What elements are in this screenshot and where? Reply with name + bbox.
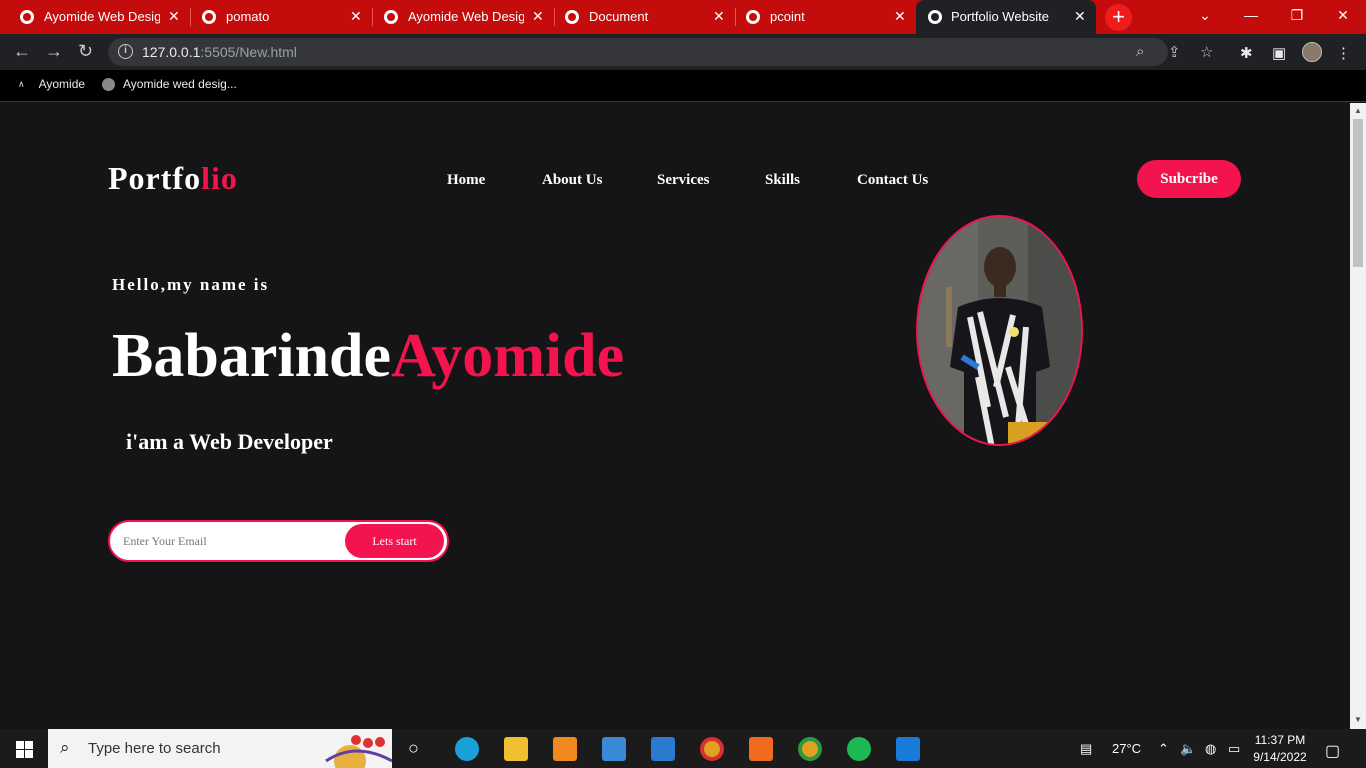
browser-tab[interactable]: Document ✕ xyxy=(545,0,733,34)
store-icon[interactable] xyxy=(602,737,626,761)
scroll-down-arrow-icon[interactable]: ▼ xyxy=(1354,715,1362,724)
tab-search-icon[interactable]: ⌄ xyxy=(1182,0,1228,30)
tab-title: Portfolio Website xyxy=(951,9,1050,24)
chrome-icon[interactable] xyxy=(700,737,724,761)
bookmark-label: Ayomide xyxy=(38,77,86,91)
mail-icon[interactable] xyxy=(651,737,675,761)
close-window-button[interactable]: ✕ xyxy=(1320,0,1366,30)
globe-icon xyxy=(746,10,760,24)
bookmarks-bar: ∧ Ayomide Ayomide wed desig... xyxy=(0,70,1366,102)
share-icon[interactable]: ⇪ xyxy=(1168,43,1181,61)
close-icon[interactable]: ✕ xyxy=(532,8,544,25)
new-tab-button[interactable]: + xyxy=(1105,4,1132,31)
zoom-icon[interactable]: ⌕ xyxy=(1136,43,1144,60)
profile-photo xyxy=(916,215,1083,446)
extensions-icon[interactable]: ✱ xyxy=(1240,44,1253,62)
page-scrollbar[interactable]: ▲ ▼ xyxy=(1350,103,1366,729)
nav-link-services[interactable]: Services xyxy=(657,172,709,189)
search-highlight-art xyxy=(325,735,392,768)
search-placeholder: Type here to search xyxy=(88,740,221,757)
site-logo[interactable]: Portfolio xyxy=(108,160,238,197)
weather-text[interactable]: 27°C xyxy=(1112,741,1141,756)
menu-dots-icon[interactable]: ⋮ xyxy=(1336,44,1351,62)
clock-date: 9/14/2022 xyxy=(1253,750,1307,764)
browser-tab[interactable]: pcoint ✕ xyxy=(726,0,914,34)
volume-icon[interactable]: 🔈 xyxy=(1180,741,1196,757)
nav-link-about-us[interactable]: About Us xyxy=(542,172,602,189)
bookmark-item[interactable]: Ayomide wed desig... xyxy=(102,77,237,91)
close-icon[interactable]: ✕ xyxy=(713,8,725,25)
restore-button[interactable]: ❐ xyxy=(1274,0,1320,30)
tab-title: Document xyxy=(589,9,649,24)
bookmark-caret-icon: ∧ xyxy=(18,78,25,89)
chrome-active-icon[interactable] xyxy=(798,737,822,761)
nav-link-home[interactable]: Home xyxy=(447,172,485,189)
reload-icon[interactable]: ↻ xyxy=(78,41,93,62)
windows-taskbar: ⌕ Type here to search ○ ▤ 27°C ⌃ 🔈 ◍ ▭ 1… xyxy=(0,729,1366,768)
tab-title: pcoint xyxy=(770,9,805,24)
email-signup-form: Lets start xyxy=(108,520,449,562)
info-icon[interactable]: i xyxy=(118,44,133,59)
greeting-text: Hello,my name is xyxy=(112,275,270,294)
vscode-icon[interactable] xyxy=(896,737,920,761)
hero-name: BabarindeAyomide xyxy=(112,321,624,392)
globe-icon xyxy=(928,10,942,24)
globe-icon xyxy=(20,10,34,24)
close-icon[interactable]: ✕ xyxy=(894,8,906,25)
back-arrow-icon[interactable]: ← xyxy=(13,41,31,62)
sublime-icon[interactable] xyxy=(553,737,577,761)
globe-icon xyxy=(202,10,216,24)
browser-toolbar: ← → ↻ i 127.0.0.1:5505/New.html ⌕ ⇪ ☆ ✱ … xyxy=(0,34,1366,70)
minimize-button[interactable]: — xyxy=(1228,0,1274,30)
nav-link-contact-us[interactable]: Contact Us xyxy=(857,172,928,189)
battery-icon[interactable]: ▭ xyxy=(1228,741,1240,757)
spotify-icon[interactable] xyxy=(847,737,871,761)
first-name: Babarinde xyxy=(112,322,392,390)
browser-tab[interactable]: Ayomide Web Design ✕ xyxy=(364,0,552,34)
globe-icon xyxy=(384,10,398,24)
scroll-thumb[interactable] xyxy=(1353,119,1363,267)
search-icon: ⌕ xyxy=(60,738,70,757)
globe-icon xyxy=(565,10,579,24)
bookmark-item[interactable]: ∧ Ayomide xyxy=(18,77,85,91)
taskbar-clock[interactable]: 11:37 PM 9/14/2022 xyxy=(1250,732,1310,766)
chevron-up-icon[interactable]: ⌃ xyxy=(1158,741,1169,757)
portfolio-page: Portfolio Home About Us Services Skills … xyxy=(0,103,1350,729)
close-icon[interactable]: ✕ xyxy=(168,8,180,25)
weather-icon[interactable]: ▤ xyxy=(1080,741,1092,757)
edge-icon[interactable] xyxy=(455,737,479,761)
task-view-icon[interactable]: ○ xyxy=(408,738,419,759)
browser-tab[interactable]: Ayomide Web Design ✕ xyxy=(0,0,188,34)
url-text[interactable]: 127.0.0.1:5505/New.html xyxy=(142,44,297,60)
file-explorer-icon[interactable] xyxy=(504,737,528,761)
taskbar-search[interactable]: ⌕ Type here to search xyxy=(48,729,392,768)
bookmark-label: Ayomide wed desig... xyxy=(123,77,237,91)
xampp-icon[interactable] xyxy=(749,737,773,761)
forward-arrow-icon[interactable]: → xyxy=(45,41,63,62)
nav-link-skills[interactable]: Skills xyxy=(765,172,800,189)
browser-tab-bar: Ayomide Web Design ✕ pomato ✕ Ayomide We… xyxy=(0,0,1366,34)
subscribe-button[interactable]: Subcribe xyxy=(1137,160,1241,198)
windows-start-icon[interactable] xyxy=(16,741,33,758)
tab-title: pomato xyxy=(226,9,270,24)
clock-time: 11:37 PM xyxy=(1254,733,1306,747)
star-icon[interactable]: ☆ xyxy=(1200,43,1213,61)
network-icon[interactable]: ◍ xyxy=(1205,741,1216,757)
address-bar[interactable]: i 127.0.0.1:5505/New.html ⌕ ⇪ ☆ xyxy=(108,38,1213,66)
browser-tab-active[interactable]: Portfolio Website ✕ xyxy=(916,0,1096,34)
profile-avatar[interactable] xyxy=(1302,42,1322,62)
role-text: i'am a Web Developer xyxy=(126,429,333,454)
email-input[interactable] xyxy=(123,534,323,549)
close-icon[interactable]: ✕ xyxy=(1074,8,1086,25)
lets-start-button[interactable]: Lets start xyxy=(345,524,444,558)
close-icon[interactable]: ✕ xyxy=(350,8,362,25)
notification-icon[interactable]: ▢ xyxy=(1325,741,1340,761)
scroll-up-arrow-icon[interactable]: ▲ xyxy=(1354,106,1362,115)
tab-title: Ayomide Web Design xyxy=(408,9,524,24)
tab-title: Ayomide Web Design xyxy=(44,9,160,24)
globe-icon xyxy=(102,77,115,91)
side-panel-icon[interactable]: ▣ xyxy=(1272,44,1286,62)
last-name: Ayomide xyxy=(391,322,625,390)
browser-tab[interactable]: pomato ✕ xyxy=(182,0,370,34)
